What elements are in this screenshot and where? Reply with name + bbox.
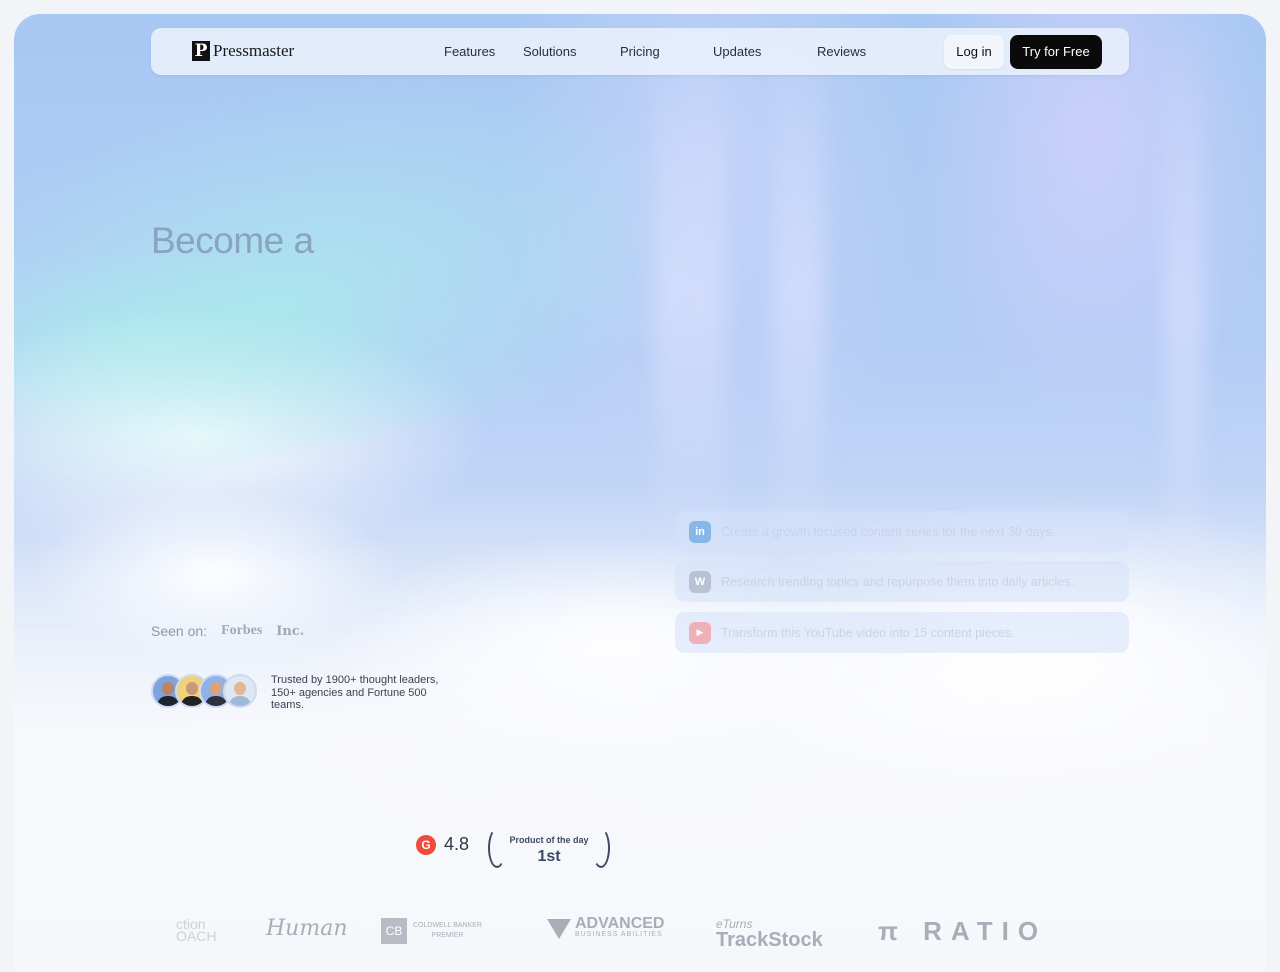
forbes-logo: Forbes <box>221 623 263 638</box>
aurora-glow <box>14 14 766 509</box>
trackstock-logo: eTurns TrackStock <box>716 917 823 951</box>
inc-logo: Inc. <box>276 623 305 639</box>
brand-name: Pressmaster <box>213 41 295 60</box>
prompt-text: Create a growth focused content series f… <box>721 524 1056 539</box>
g2-score: 4.8 <box>444 834 470 854</box>
brand-logo[interactable]: P Pressmaster <box>192 41 294 61</box>
brand-mark-icon: P <box>192 41 210 61</box>
prompt-text: Transform this YouTube video into 15 con… <box>721 625 1015 640</box>
advanced-business-abilities-logo: ADVANCED BUSINESS ABILITIES <box>547 916 664 940</box>
nav-link-solutions[interactable]: Solutions <box>523 44 576 59</box>
prompt-text: Research trending topics and repurpose t… <box>721 574 1074 589</box>
nav-link-reviews[interactable]: Reviews <box>817 44 866 59</box>
youtube-icon: ▶ <box>689 621 711 644</box>
prompt-suggestion[interactable]: in Create a growth focused content serie… <box>675 511 1129 552</box>
trusted-by-text: Trusted by 1900+ thought leaders, 150+ a… <box>271 674 439 711</box>
wordpress-icon: W <box>689 570 711 593</box>
login-button[interactable]: Log in <box>944 35 1004 69</box>
try-for-free-button[interactable]: Try for Free <box>1010 35 1102 69</box>
action-coach-logo: ction OACH <box>176 916 217 944</box>
top-navbar: P Pressmaster Features Solutions Pricing… <box>151 28 1129 75</box>
linkedin-icon: in <box>689 520 711 543</box>
human-logo: Human <box>266 916 348 941</box>
award-title: Product of the day <box>509 835 589 845</box>
avatar <box>223 674 257 708</box>
prompt-suggestion[interactable]: W Research trending topics and repurpose… <box>675 561 1129 602</box>
nav-link-pricing[interactable]: Pricing <box>620 44 660 59</box>
coldwell-banker-mark-icon: CB <box>381 918 407 944</box>
award-rank: 1st <box>537 848 561 865</box>
avatar-stack <box>151 674 257 708</box>
seen-on-row: Seen on: Forbes Inc. <box>151 623 304 639</box>
advanced-triangle-icon <box>547 919 571 939</box>
hero-title: Become a <box>151 220 314 261</box>
coldwell-banker-logo: CB COLDWELL BANKER PREMIER <box>381 918 482 944</box>
ratio-logo: π RATIO <box>878 916 1048 946</box>
nav-link-updates[interactable]: Updates <box>713 44 761 59</box>
hero-background: P Pressmaster Features Solutions Pricing… <box>14 14 1266 972</box>
client-logos-row: ction OACH Human CB COLDWELL BANKER PREMIE… <box>0 898 1280 951</box>
prompt-suggestion[interactable]: ▶ Transform this YouTube video into 15 c… <box>675 612 1129 653</box>
g2-logo-icon: G <box>416 834 436 855</box>
seen-on-label: Seen on: <box>151 623 208 639</box>
product-of-the-day-badge: Product of the day 1st <box>488 826 610 872</box>
g2-rating: G 4.8 <box>416 834 469 855</box>
nav-link-features[interactable]: Features <box>444 44 495 59</box>
